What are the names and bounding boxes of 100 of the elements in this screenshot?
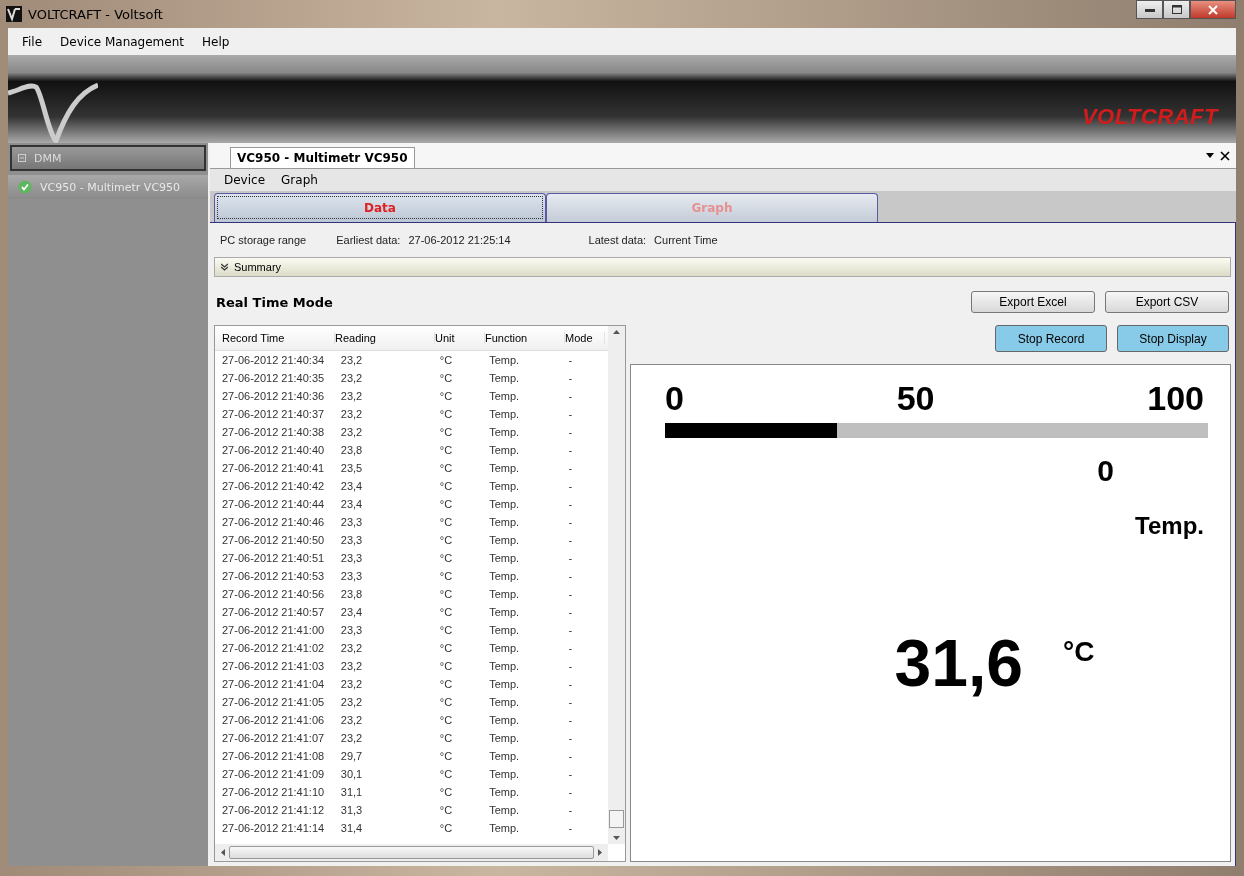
close-button[interactable]: [1190, 0, 1236, 19]
table-cell-text: 27-06-2012 21:40:57: [221, 606, 326, 618]
menu-item[interactable]: Device: [224, 171, 266, 189]
table-cell-text: -: [568, 786, 574, 798]
table-cell-text: -: [568, 354, 574, 366]
table-cell-text: 31,3: [340, 804, 364, 816]
scroll-thumb[interactable]: [229, 846, 594, 859]
table-cell-text: °C: [439, 732, 454, 744]
table-cell-text: Temp.: [489, 588, 521, 600]
table-cell-text: Temp.: [489, 444, 521, 456]
control-button[interactable]: Stop Record: [995, 325, 1107, 352]
table-cell-text: 23,3: [340, 570, 364, 582]
table-cell-text: Temp.: [489, 624, 521, 636]
table-cell-text: 23,3: [340, 552, 364, 564]
table-cell-text: °C: [439, 354, 454, 366]
table-cell-text: -: [568, 624, 574, 636]
table-cell-text: 27-06-2012 21:41:14: [221, 822, 326, 834]
column-header[interactable]: Reading: [335, 332, 435, 344]
control-button[interactable]: Stop Display: [1117, 325, 1229, 352]
group-label: DMM: [34, 151, 62, 165]
table-cell-text: -: [568, 768, 574, 780]
scroll-up-arrow-icon[interactable]: [613, 330, 620, 334]
table-cell-text: 27-06-2012 21:40:36: [221, 390, 326, 402]
table-cell-text: Temp.: [489, 354, 521, 366]
table-cell-text: °C: [439, 570, 454, 582]
item-label: VC950 - Multimetr VC950: [40, 180, 181, 194]
menu-item[interactable]: Graph: [281, 171, 318, 189]
export-button[interactable]: Export Excel: [971, 291, 1095, 313]
menu-item[interactable]: Help: [202, 32, 230, 51]
maximize-button[interactable]: [1163, 0, 1190, 19]
table-cell-text: Temp.: [489, 498, 521, 510]
scroll-thumb[interactable]: [609, 810, 624, 828]
table-cell-text: Temp.: [489, 768, 521, 780]
table-cell-text: °C: [439, 588, 454, 600]
table-cell-text: 23,2: [340, 714, 364, 726]
brand-logo: VOLTCRAFT: [1081, 104, 1218, 130]
table-cell-text: Temp.: [489, 480, 521, 492]
column-header[interactable]: Function: [485, 332, 565, 344]
table-cell-text: 31,1: [340, 786, 364, 798]
table-cell-text: Temp.: [489, 822, 521, 834]
summary-bar[interactable]: Summary: [214, 257, 1231, 277]
scroll-left-arrow-icon[interactable]: [221, 849, 225, 856]
table-cell-text: 23,2: [340, 696, 364, 708]
table-cell-text: 23,8: [340, 444, 364, 456]
table-cell-text: 27-06-2012 21:40:44: [221, 498, 326, 510]
table-cell-text: °C: [439, 678, 454, 690]
close-icon[interactable]: [1220, 150, 1230, 161]
table-cell-text: 23,2: [340, 372, 364, 384]
table-cell-text: -: [568, 372, 574, 384]
table-cell-text: Temp.: [489, 516, 521, 528]
table-cell-text: -: [568, 534, 574, 546]
latest-label: Latest data:: [588, 234, 647, 246]
table-cell-text: °C: [439, 786, 454, 798]
table-cell-text: °C: [439, 804, 454, 816]
menu-item[interactable]: File: [22, 32, 43, 51]
minimize-icon: [1144, 7, 1155, 12]
horizontal-scrollbar[interactable]: [215, 844, 608, 861]
table-cell-text: °C: [439, 750, 454, 762]
table-cell-text: °C: [439, 516, 454, 528]
table-cell-text: °C: [439, 714, 454, 726]
table-cell-text: 27-06-2012 21:41:12: [221, 804, 326, 816]
table-cell-text: Temp.: [489, 408, 521, 420]
table-cell-text: °C: [439, 408, 454, 420]
table-cell-text: °C: [439, 390, 454, 402]
dropdown-caret-icon[interactable]: [1206, 153, 1214, 158]
table-cell-text: °C: [439, 624, 454, 636]
function-label: Temp.: [1135, 512, 1204, 539]
table-cell-text: 27-06-2012 21:41:10: [221, 786, 326, 798]
column-header[interactable]: Mode: [565, 332, 605, 344]
menu-item[interactable]: Device Management: [60, 32, 184, 51]
scroll-down-arrow-icon[interactable]: [613, 836, 620, 840]
column-header[interactable]: Unit: [435, 332, 485, 344]
table-cell-text: °C: [439, 426, 454, 438]
table-cell-text: 23,4: [340, 480, 364, 492]
table-cell-text: 27-06-2012 21:41:09: [221, 768, 326, 780]
table-cell-text: °C: [439, 534, 454, 546]
table-cell-text: Temp.: [489, 642, 521, 654]
table-cell-text: Temp.: [489, 462, 521, 474]
scale-label: 0: [665, 381, 684, 415]
table-cell-text: Temp.: [489, 606, 521, 618]
table-cell-text: °C: [439, 462, 454, 474]
column-header[interactable]: Record Time: [215, 332, 335, 344]
table-cell-text: 27-06-2012 21:40:38: [221, 426, 326, 438]
table-cell-text: -: [568, 660, 574, 672]
export-button[interactable]: Export CSV: [1105, 291, 1229, 313]
table-cell-text: Temp.: [489, 786, 521, 798]
table-cell-text: -: [568, 678, 574, 690]
table-cell-text: -: [568, 552, 574, 564]
table-cell-text: -: [568, 588, 574, 600]
document-tab[interactable]: VC950 - Multimetr VC950: [230, 147, 415, 168]
table-cell-text: -: [568, 498, 574, 510]
table-cell-text: 23,3: [340, 624, 364, 636]
minimize-button[interactable]: [1136, 0, 1163, 19]
table-cell-text: 23,3: [340, 534, 364, 546]
table-cell-text: -: [568, 390, 574, 402]
table-cell-text: 27-06-2012 21:40:34: [221, 354, 326, 366]
table-cell-text: °C: [439, 444, 454, 456]
scroll-right-arrow-icon[interactable]: [598, 849, 602, 856]
close-icon: [1208, 4, 1218, 15]
vertical-scrollbar[interactable]: [608, 326, 625, 844]
